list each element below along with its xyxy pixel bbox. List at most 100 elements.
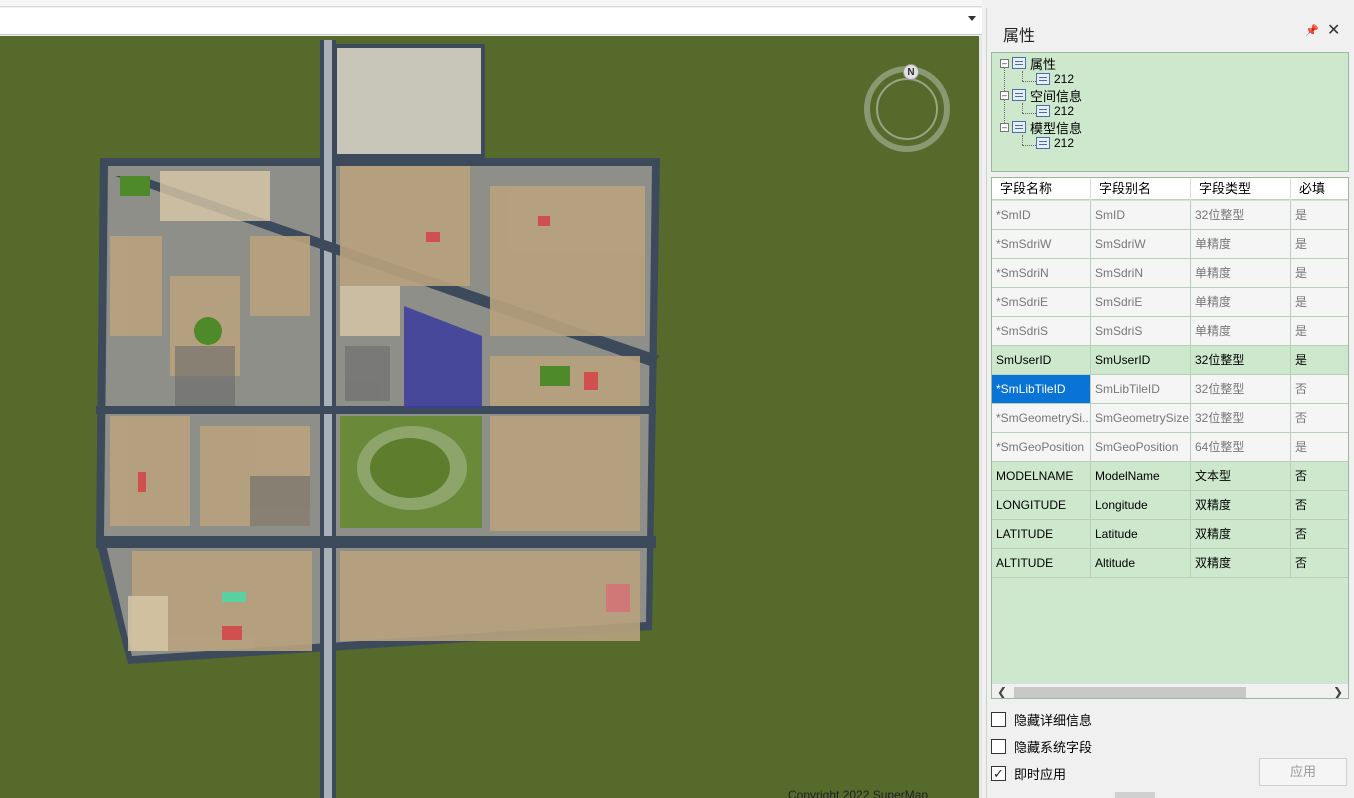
cell-field-name[interactable]: LATITUDE — [992, 520, 1091, 548]
cell-field-alias[interactable]: SmSdriW — [1091, 230, 1191, 258]
cell-field-type[interactable]: 单精度 — [1191, 288, 1291, 316]
table-row[interactable]: *SmSdriS SmSdriS 单精度是 — [992, 317, 1348, 346]
cell-field-alias[interactable]: SmUserID — [1091, 346, 1191, 374]
cell-field-alias[interactable]: SmGeoPosition — [1091, 433, 1191, 461]
table-row[interactable]: LONGITUDE Longitude 双精度否 — [992, 491, 1348, 520]
cell-field-alias[interactable]: SmSdriN — [1091, 259, 1191, 287]
scroll-left-icon[interactable]: ❮ — [997, 685, 1007, 698]
table-row[interactable]: *SmSdriE SmSdriE 单精度是 — [992, 288, 1348, 317]
cell-field-name[interactable]: *SmID — [992, 201, 1091, 229]
cell-field-name[interactable]: SmUserID — [992, 346, 1091, 374]
tree-node-label: 属性 — [1030, 56, 1057, 72]
tree-node-label: 模型信息 — [1030, 120, 1083, 136]
table-row[interactable]: *SmSdriW SmSdriW 单精度是 — [992, 230, 1348, 259]
header-field-alias[interactable]: 字段别名 — [1091, 178, 1191, 200]
cell-required[interactable]: 否 — [1291, 404, 1348, 432]
horizontal-scrollbar[interactable]: ❮ ❯ — [992, 683, 1348, 698]
tree-node-model-info[interactable]: – 模型信息 — [1000, 119, 1083, 136]
cell-required[interactable]: 否 — [1291, 491, 1348, 519]
dropdown-arrow-icon[interactable] — [968, 16, 976, 21]
collapse-icon[interactable]: – — [1000, 90, 1009, 100]
apply-now-checkbox[interactable]: ✓ 即时应用 — [991, 764, 1066, 783]
cell-required[interactable]: 否 — [1291, 520, 1348, 548]
cell-field-type[interactable]: 双精度 — [1191, 520, 1291, 548]
table-row[interactable]: SmUserID SmUserID 32位整型是 — [992, 346, 1348, 375]
cell-field-type[interactable]: 双精度 — [1191, 549, 1291, 577]
cell-field-alias[interactable]: SmLibTileID — [1091, 375, 1191, 403]
table-row[interactable]: ALTITUDE Altitude 双精度否 — [992, 549, 1348, 578]
cell-field-type[interactable]: 32位整型 — [1191, 346, 1291, 374]
cell-field-type[interactable]: 文本型 — [1191, 462, 1291, 490]
collapse-icon[interactable]: – — [1000, 122, 1009, 132]
tree-leaf-model-212[interactable]: 212 — [1036, 135, 1074, 151]
cell-field-name[interactable]: LONGITUDE — [992, 491, 1091, 519]
compass-north-indicator[interactable]: N — [903, 64, 919, 80]
scene-selector-bar[interactable] — [0, 8, 982, 35]
cell-required[interactable]: 是 — [1291, 259, 1348, 287]
cell-required[interactable]: 是 — [1291, 433, 1348, 461]
scrollbar-thumb[interactable] — [1014, 687, 1246, 698]
table-row[interactable]: *SmID SmID 32位整型是 — [992, 201, 1348, 230]
cell-field-type[interactable]: 单精度 — [1191, 230, 1291, 258]
cell-required[interactable]: 是 — [1291, 288, 1348, 316]
cell-required[interactable]: 是 — [1291, 317, 1348, 345]
cell-required[interactable]: 否 — [1291, 375, 1348, 403]
apply-button[interactable]: 应用 — [1259, 758, 1347, 786]
table-row[interactable]: *SmSdriN SmSdriN 单精度是 — [992, 259, 1348, 288]
table-row[interactable]: *SmGeoPosition SmGeoPosition 64位整型是 — [992, 433, 1348, 462]
cell-field-type[interactable]: 64位整型 — [1191, 433, 1291, 461]
close-icon[interactable]: ✕ — [1327, 20, 1340, 40]
cell-field-name[interactable]: ALTITUDE — [992, 549, 1091, 577]
cell-field-name[interactable]: *SmSdriN — [992, 259, 1091, 287]
cell-field-alias[interactable]: SmSdriS — [1091, 317, 1191, 345]
table-row[interactable]: LATITUDE Latitude 双精度否 — [992, 520, 1348, 549]
compass-widget[interactable]: N — [864, 64, 950, 152]
cell-field-type[interactable]: 32位整型 — [1191, 404, 1291, 432]
tree-node-attributes[interactable]: – 属性 — [1000, 55, 1057, 72]
cell-field-alias[interactable]: SmSdriE — [1091, 288, 1191, 316]
cell-field-name[interactable]: *SmGeoPosition — [992, 433, 1091, 461]
table-icon — [1012, 57, 1026, 69]
cell-field-alias[interactable]: Latitude — [1091, 520, 1191, 548]
table-row[interactable]: *SmLibTileID SmLibTileID 32位整型否 — [992, 375, 1348, 404]
cell-field-alias[interactable]: Longitude — [1091, 491, 1191, 519]
compass-ring — [876, 78, 938, 140]
cell-field-type[interactable]: 32位整型 — [1191, 375, 1291, 403]
checkbox-box[interactable]: ✓ — [991, 766, 1006, 781]
header-field-type[interactable]: 字段类型 — [1191, 178, 1291, 200]
cell-field-type[interactable]: 双精度 — [1191, 491, 1291, 519]
cell-required[interactable]: 否 — [1291, 462, 1348, 490]
hide-detail-checkbox[interactable]: 隐藏详细信息 — [991, 710, 1092, 729]
cell-field-type[interactable]: 32位整型 — [1191, 201, 1291, 229]
header-field-name[interactable]: 字段名称 — [992, 178, 1091, 200]
cell-field-name[interactable]: *SmSdriE — [992, 288, 1091, 316]
3d-scene-view[interactable]: N Copyright 2022 SuperMap — [0, 36, 982, 798]
cell-field-alias[interactable]: Altitude — [1091, 549, 1191, 577]
cell-field-name[interactable]: MODELNAME — [992, 462, 1091, 490]
panel-scroll-thumb[interactable] — [1115, 792, 1155, 798]
cell-field-type[interactable]: 单精度 — [1191, 317, 1291, 345]
cell-field-name[interactable]: *SmLibTileID — [992, 375, 1091, 403]
cell-required[interactable]: 是 — [1291, 230, 1348, 258]
hide-system-fields-checkbox[interactable]: 隐藏系统字段 — [991, 737, 1092, 756]
cell-field-name[interactable]: *SmGeometrySi... — [992, 404, 1091, 432]
cell-required[interactable]: 否 — [1291, 549, 1348, 577]
checkbox-box[interactable] — [991, 739, 1006, 754]
cell-field-type[interactable]: 单精度 — [1191, 259, 1291, 287]
tree-leaf-label: 212 — [1054, 72, 1075, 86]
cell-required[interactable]: 是 — [1291, 201, 1348, 229]
cell-field-alias[interactable]: ModelName — [1091, 462, 1191, 490]
cell-required[interactable]: 是 — [1291, 346, 1348, 374]
cell-field-alias[interactable]: SmID — [1091, 201, 1191, 229]
tree-node-spatial-info[interactable]: – 空间信息 — [1000, 87, 1082, 104]
cell-field-name[interactable]: *SmSdriS — [992, 317, 1091, 345]
cell-field-name[interactable]: *SmSdriW — [992, 230, 1091, 258]
pin-icon[interactable]: 📌 — [1305, 24, 1319, 37]
cell-field-alias[interactable]: SmGeometrySize — [1091, 404, 1191, 432]
scroll-right-icon[interactable]: ❯ — [1333, 685, 1343, 698]
checkbox-box[interactable] — [991, 712, 1006, 727]
header-required[interactable]: 必填 — [1291, 178, 1348, 200]
table-row[interactable]: MODELNAME ModelName 文本型否 — [992, 462, 1348, 491]
collapse-icon[interactable]: – — [1000, 58, 1009, 68]
table-row[interactable]: *SmGeometrySi... SmGeometrySize 32位整型否 — [992, 404, 1348, 433]
